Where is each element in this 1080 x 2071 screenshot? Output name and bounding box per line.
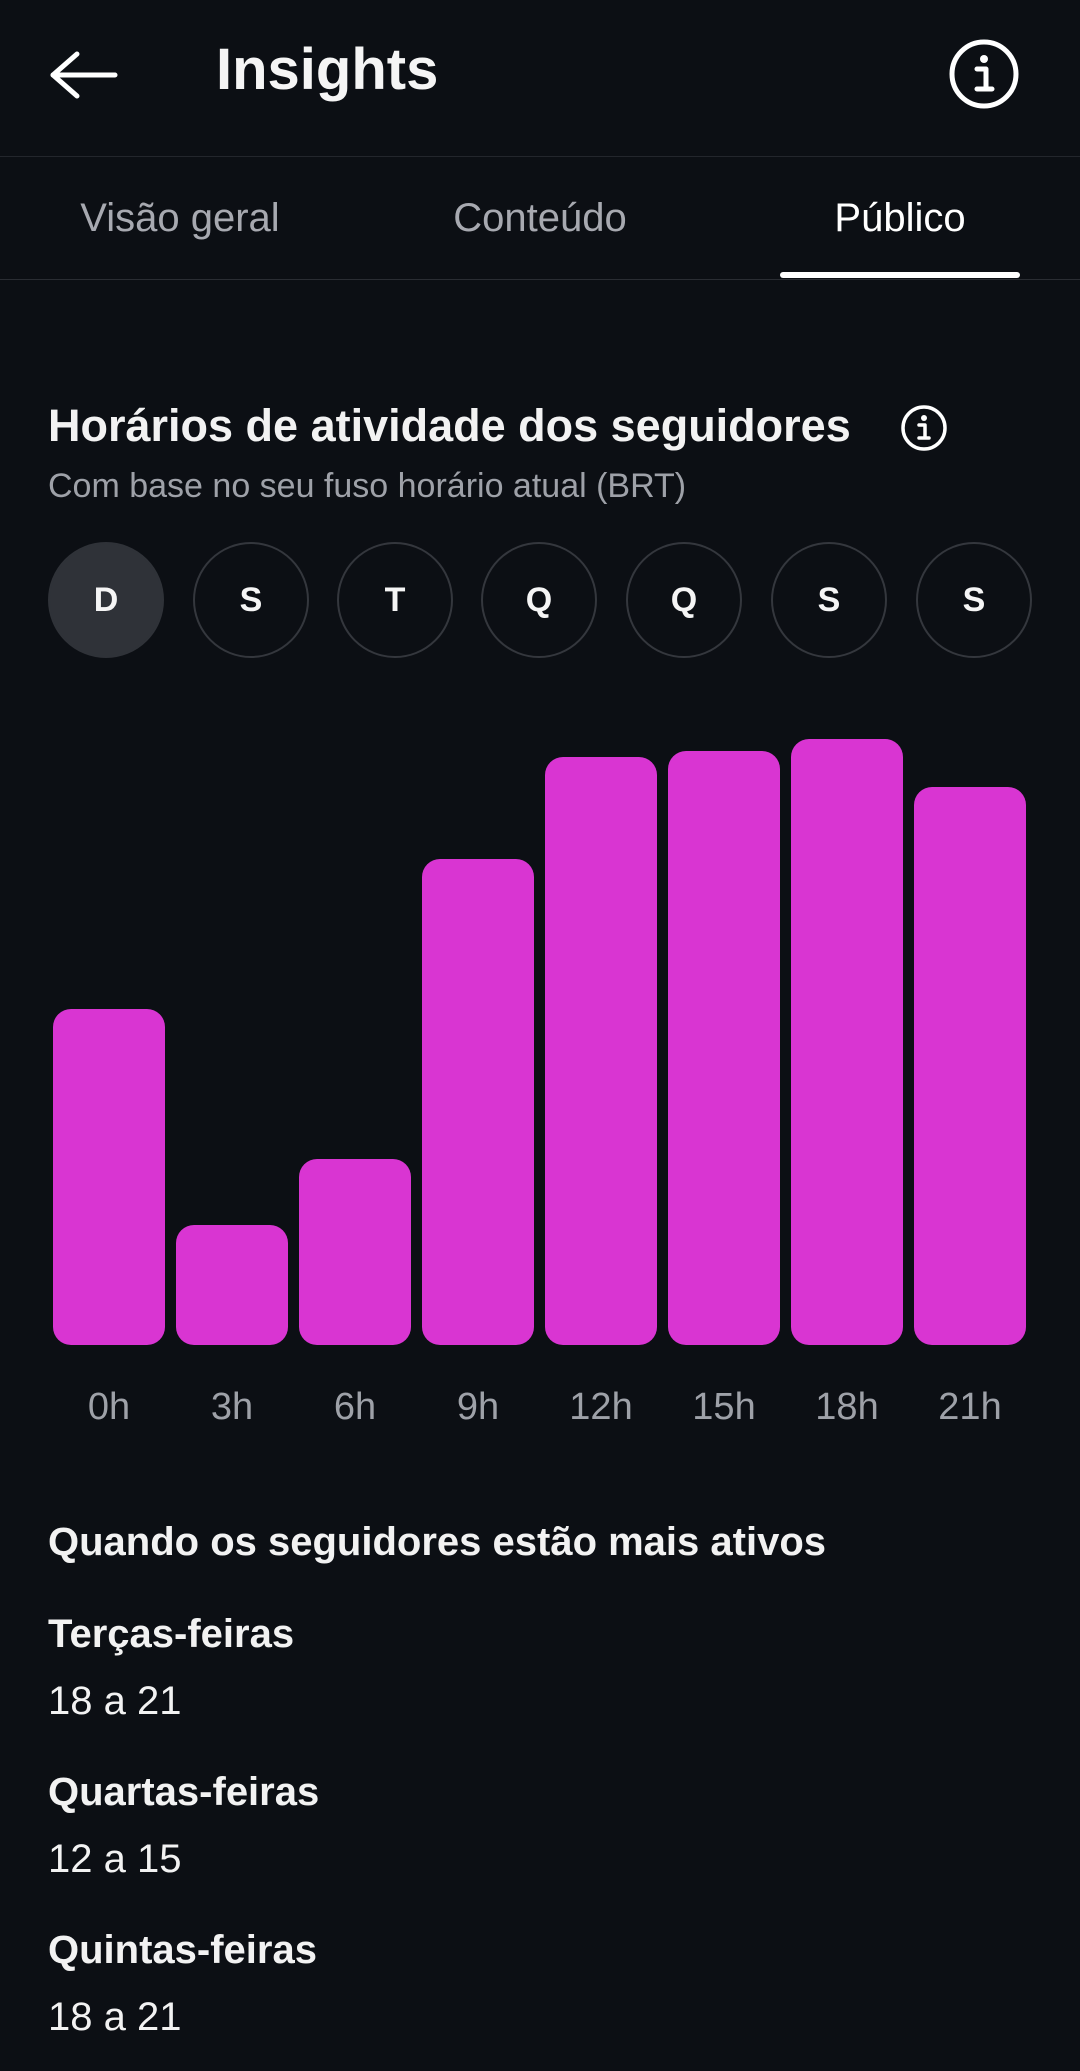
active-tab-indicator [780,272,1020,278]
most-active-day: Terças-feiras [48,1612,295,1656]
back-button[interactable] [44,40,124,110]
most-active-day: Quartas-feiras [48,1770,320,1814]
day-chip-tuesday[interactable]: T [337,542,453,658]
day-chip-wednesday[interactable]: Q [481,542,597,658]
bar-6h[interactable] [299,1159,411,1345]
section-subtitle: Com base no seu fuso horário atual (BRT) [48,467,687,505]
most-active-title: Quando os seguidores estão mais ativos [48,1520,827,1564]
bar-9h[interactable] [422,859,534,1345]
section-title: Horários de atividade dos seguidores [48,400,851,451]
x-tick-label: 0h [88,1386,130,1428]
most-active-range: 18 a 21 [48,1679,182,1723]
x-tick-label: 21h [938,1386,1001,1428]
tab-bar: Visão geral Conteúdo Público [0,157,1080,280]
tab-audience[interactable]: Público [780,157,1020,279]
app-header: Insights [0,0,1080,157]
day-selector: D S T Q Q S S [0,542,1080,662]
x-tick-label: 6h [334,1386,376,1428]
x-tick-label: 9h [457,1386,499,1428]
tab-content[interactable]: Conteúdo [400,157,680,279]
bar-15h[interactable] [668,751,780,1345]
bar-21h[interactable] [914,787,1026,1345]
bar-3h[interactable] [176,1225,288,1345]
x-tick-label: 18h [815,1386,878,1428]
x-tick-label: 15h [692,1386,755,1428]
day-chip-friday[interactable]: S [771,542,887,658]
section-info-button[interactable] [900,404,948,452]
x-tick-label: 12h [569,1386,632,1428]
most-active-range: 12 a 15 [48,1837,182,1881]
tab-overview[interactable]: Visão geral [40,157,320,279]
bar-12h[interactable] [545,757,657,1345]
info-icon [901,405,947,451]
most-active-day: Quintas-feiras [48,1928,317,1972]
most-active-range: 18 a 21 [48,1995,182,2039]
info-icon [949,39,1019,109]
x-tick-label: 3h [211,1386,253,1428]
day-chip-thursday[interactable]: Q [626,542,742,658]
arrow-left-icon [50,51,118,99]
most-active-item: Terças-feiras 18 a 21 [48,1612,294,1724]
day-chip-saturday[interactable]: S [916,542,1032,658]
most-active-item: Quintas-feiras 18 a 21 [48,1928,317,2040]
most-active-item: Quartas-feiras 12 a 15 [48,1770,319,1882]
bar-18h[interactable] [791,739,903,1345]
page-title: Insights [216,37,439,102]
activity-bar-chart: 0h 3h 6h 9h 12h 15h 18h 21h [53,739,1026,1428]
day-chip-monday[interactable]: S [193,542,309,658]
bar-0h[interactable] [53,1009,165,1345]
info-button[interactable] [948,38,1020,110]
day-chip-sunday[interactable]: D [48,542,164,658]
